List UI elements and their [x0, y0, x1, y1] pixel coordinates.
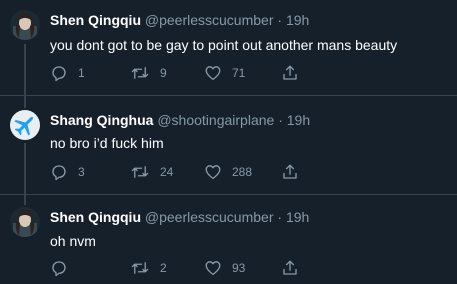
like-button[interactable]: 288: [204, 162, 252, 182]
timestamp[interactable]: 19h: [286, 209, 309, 225]
tweet-text: no bro i’d fuck him: [50, 135, 164, 151]
retweet-count: 24: [160, 165, 174, 179]
share-button[interactable]: [281, 258, 299, 278]
thread-line: [24, 143, 26, 194]
avatar[interactable]: [10, 10, 40, 40]
airplane-avatar-icon: [10, 110, 40, 140]
like-button[interactable]: 93: [204, 258, 245, 278]
display-name[interactable]: Shang Qinghua: [50, 112, 153, 128]
heart-icon: [205, 66, 221, 81]
separator-dot: ·: [277, 209, 283, 225]
tweet[interactable]: Shen Qingqiu @peerlesscucumber · 19h oh …: [0, 195, 457, 284]
retweet-count: 2: [160, 261, 167, 275]
share-icon: [283, 164, 297, 179]
user-handle[interactable]: @peerlesscucumber: [145, 209, 274, 225]
tweet[interactable]: Shang Qinghua @shootingairplane · 19h no…: [0, 96, 457, 194]
reply-icon: [52, 66, 66, 82]
reply-button[interactable]: [50, 258, 68, 278]
anime-avatar-icon: [10, 207, 40, 237]
tweet-text: oh nvm: [50, 233, 96, 249]
retweet-icon: [131, 67, 149, 79]
timestamp[interactable]: 19h: [286, 12, 309, 28]
action-bar: 3 24 288: [50, 162, 310, 182]
avatar[interactable]: [10, 110, 40, 140]
retweet-icon: [131, 262, 149, 274]
like-count: 93: [232, 261, 246, 275]
share-icon: [283, 65, 297, 80]
like-count: 71: [232, 66, 246, 80]
user-handle[interactable]: @shootingairplane: [157, 112, 274, 128]
tweet[interactable]: Shen Qingqiu @peerlesscucumber · 19h you…: [0, 0, 457, 95]
timestamp[interactable]: 19h: [287, 112, 310, 128]
share-icon: [283, 260, 297, 275]
thread-line: [24, 195, 26, 205]
thread-line: [24, 44, 26, 95]
reply-button[interactable]: 3: [50, 162, 85, 182]
heart-icon: [205, 261, 221, 276]
separator-dot: ·: [278, 112, 283, 128]
tweet-text: you dont got to be gay to point out anot…: [50, 37, 398, 53]
share-button[interactable]: [281, 162, 299, 182]
action-bar: 2 93: [50, 258, 310, 278]
retweet-button[interactable]: 2: [130, 258, 167, 278]
reply-icon: [52, 261, 66, 277]
display-name[interactable]: Shen Qingqiu: [50, 209, 141, 225]
display-name[interactable]: Shen Qingqiu: [50, 12, 141, 28]
retweet-count: 9: [160, 66, 167, 80]
reply-button[interactable]: 1: [50, 63, 85, 83]
retweet-button[interactable]: 9: [130, 63, 167, 83]
heart-icon: [205, 165, 221, 180]
tweet-header: Shen Qingqiu @peerlesscucumber · 19h: [50, 208, 309, 226]
like-button[interactable]: 71: [204, 63, 245, 83]
user-handle[interactable]: @peerlesscucumber: [145, 12, 274, 28]
tweet-feed: Shen Qingqiu @peerlesscucumber · 19h you…: [0, 0, 457, 284]
tweet-header: Shang Qinghua @shootingairplane · 19h: [50, 111, 310, 129]
tweet-header: Shen Qingqiu @peerlesscucumber · 19h: [50, 11, 309, 29]
reply-count: 3: [78, 165, 85, 179]
reply-icon: [52, 165, 66, 181]
action-bar: 1 9 71: [50, 63, 310, 83]
retweet-icon: [131, 166, 149, 178]
thread-line: [24, 96, 26, 108]
reply-count: 1: [78, 66, 85, 80]
separator-dot: ·: [277, 12, 283, 28]
retweet-button[interactable]: 24: [130, 162, 173, 182]
share-button[interactable]: [281, 63, 299, 83]
like-count: 288: [232, 165, 253, 179]
avatar[interactable]: [10, 207, 40, 237]
anime-avatar-icon: [10, 10, 40, 40]
